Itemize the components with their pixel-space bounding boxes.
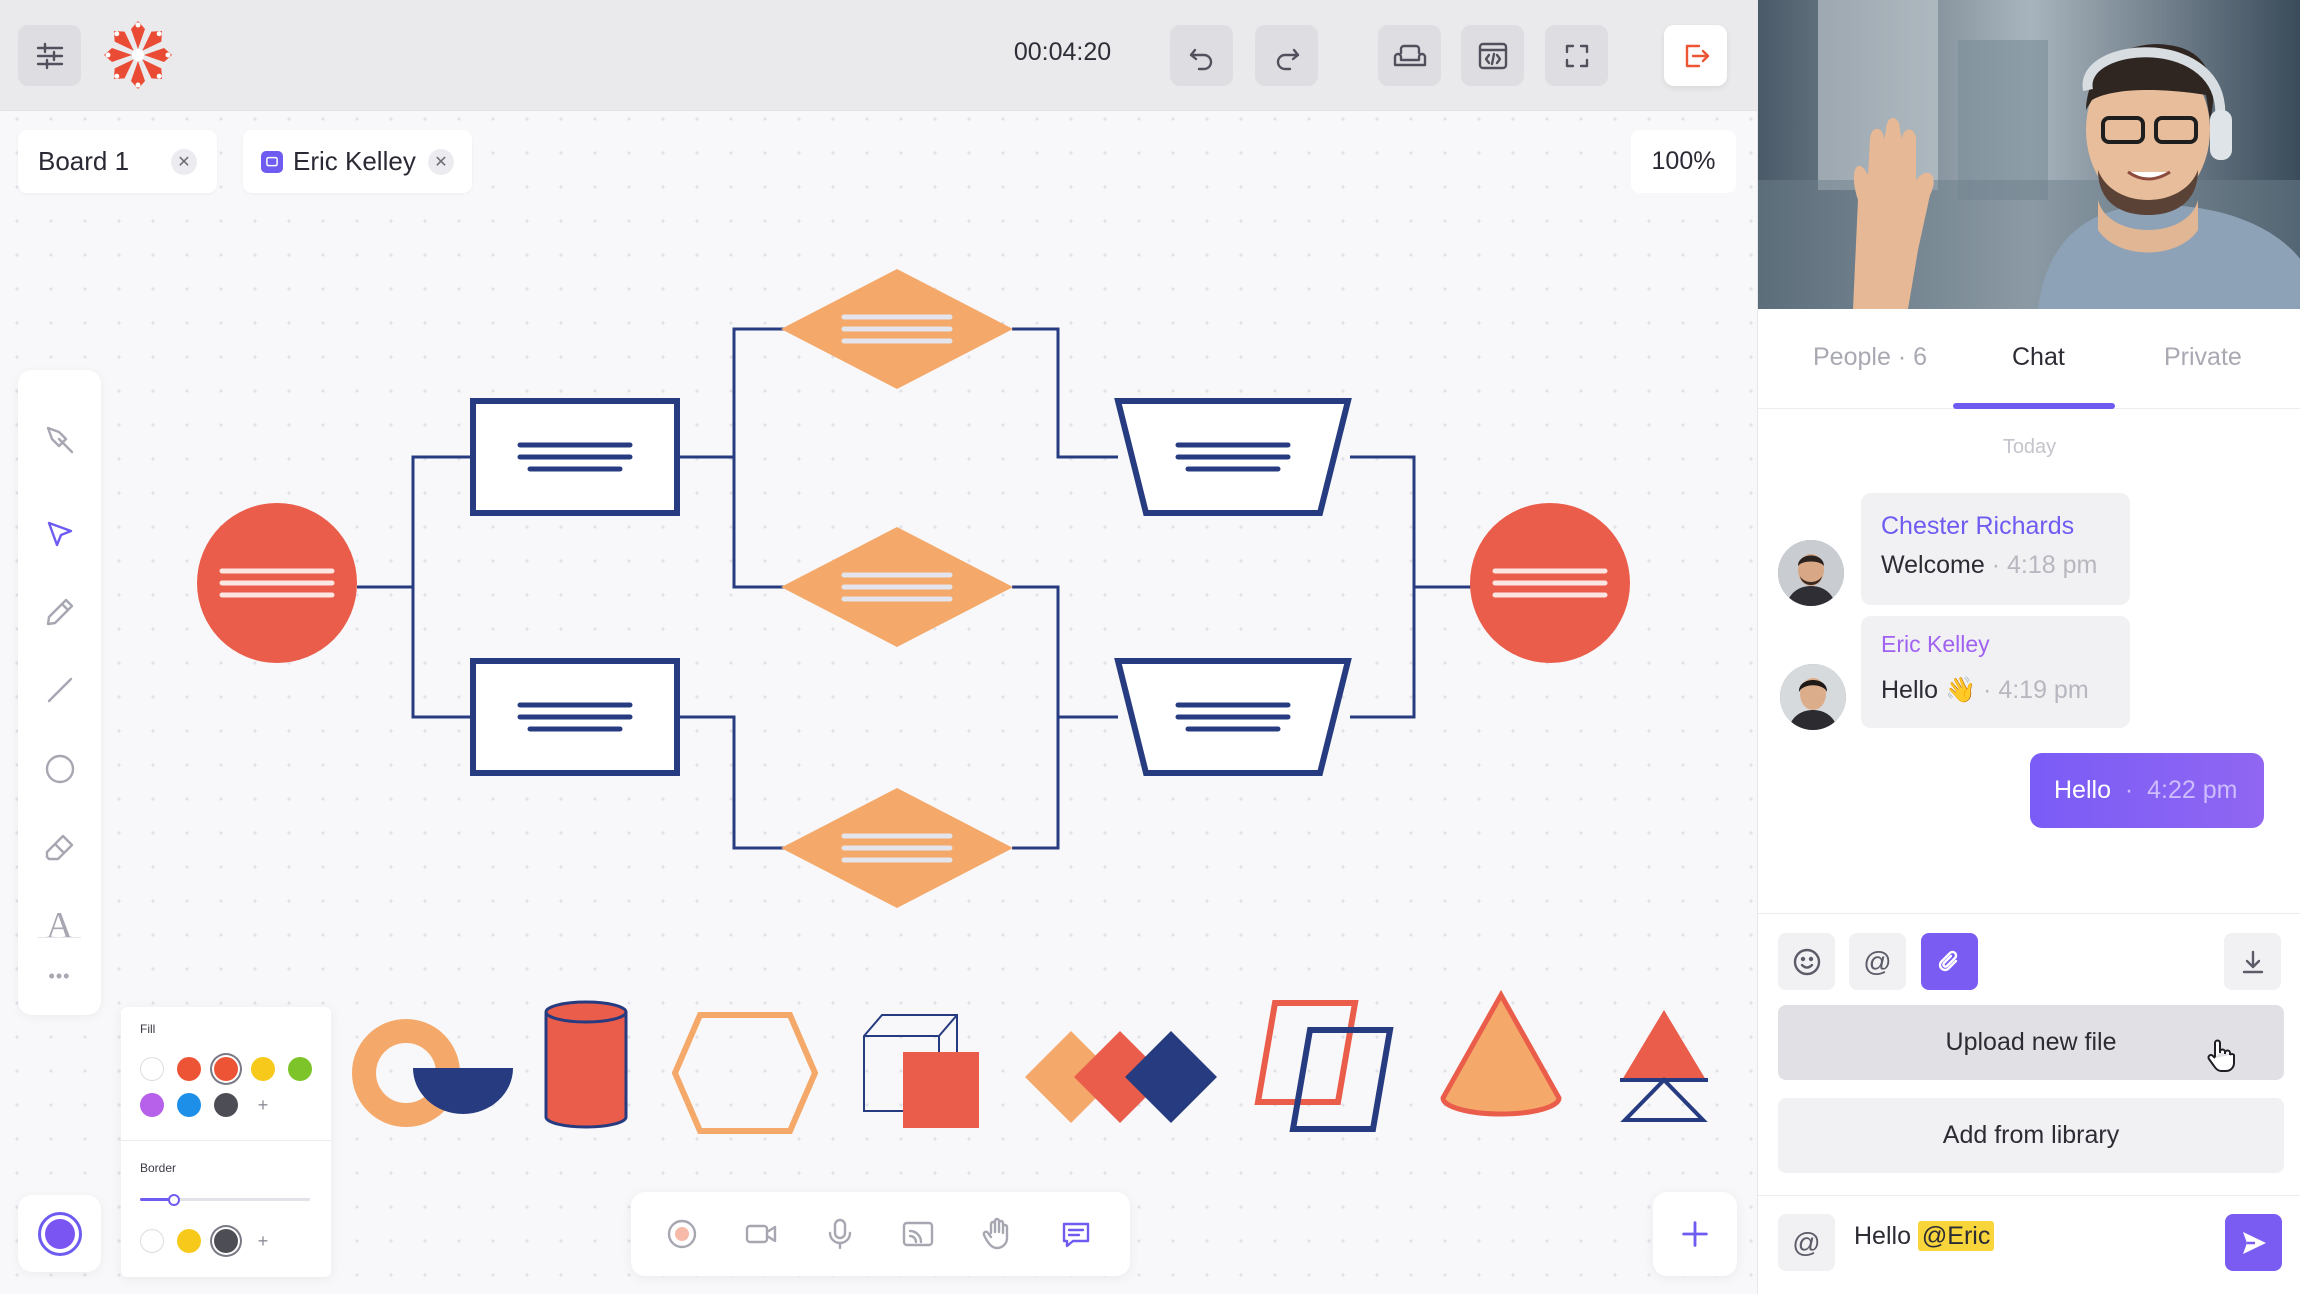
decision-node[interactable] xyxy=(781,269,1013,389)
attachment-button[interactable] xyxy=(1921,933,1978,990)
message-bubble: Eric Kelley Hello 👋 · 4:19 pm xyxy=(1861,616,2130,728)
participant-video xyxy=(1758,0,2300,309)
message-text: Welcome · 4:18 pm xyxy=(1881,551,2097,580)
wave-emoji: 👋 xyxy=(1944,676,1977,704)
dot: · xyxy=(1983,676,1992,704)
upload-label: Upload new file xyxy=(1945,1028,2117,1056)
triangle-stack-shape[interactable] xyxy=(1620,1010,1708,1122)
message-body: Hello xyxy=(1881,676,1938,704)
end-node[interactable] xyxy=(1470,503,1630,663)
process-box[interactable] xyxy=(470,398,680,516)
message-body: Hello xyxy=(2054,776,2111,804)
day-divider: Today xyxy=(2002,436,2057,458)
send-icon xyxy=(2242,1231,2266,1254)
manual-operation-node[interactable] xyxy=(1114,398,1352,516)
whiteboard-workspace: 00:04:20 Board 1 ✕ Eric Kelley ✕ 100% A … xyxy=(0,0,1757,1294)
message-text: Hello 👋 · 4:19 pm xyxy=(1881,676,2089,705)
mention-icon: @ xyxy=(1792,1226,1821,1258)
cone-shape[interactable] xyxy=(1440,989,1562,1117)
panel-tabs: People · 6 Chat Private xyxy=(1758,309,2300,409)
library-label: Add from library xyxy=(1942,1121,2120,1149)
collaboration-panel: People · 6 Chat Private Today Chester Ri… xyxy=(1757,0,2300,1294)
mention-input-button[interactable]: @ xyxy=(1778,1214,1835,1271)
message-sender[interactable]: Chester Richards xyxy=(1881,512,2074,541)
own-message-bubble: Hello · 4:22 pm xyxy=(2030,753,2264,828)
composer-divider xyxy=(1758,913,2300,914)
flowchart-diagram xyxy=(197,269,1708,1134)
shape-library xyxy=(352,989,1708,1134)
emoji-button[interactable] xyxy=(1778,933,1835,990)
cube-shape[interactable] xyxy=(863,1014,979,1128)
people-count: 6 xyxy=(1913,343,1927,371)
message-time: 4:18 pm xyxy=(2006,551,2098,579)
dot: · xyxy=(1991,551,2001,579)
process-box[interactable] xyxy=(470,658,680,776)
dot: · xyxy=(2124,776,2134,804)
hexagon-shape[interactable] xyxy=(671,1012,819,1134)
download-icon xyxy=(2242,950,2263,973)
input-text: Hello xyxy=(1854,1222,1918,1250)
mention-button[interactable]: @ xyxy=(1849,933,1906,990)
message-sender[interactable]: Eric Kelley xyxy=(1881,631,1990,658)
send-button[interactable] xyxy=(2225,1214,2282,1271)
mention-chip: @Eric xyxy=(1917,1221,1995,1251)
manual-operation-node[interactable] xyxy=(1114,658,1352,776)
tab-chat[interactable]: Chat xyxy=(2012,343,2065,372)
download-button[interactable] xyxy=(2224,933,2281,990)
tab-private[interactable]: Private xyxy=(2164,343,2242,372)
active-tab-indicator xyxy=(1953,403,2115,409)
separator: · xyxy=(1897,343,1907,371)
tab-people-label: People xyxy=(1813,343,1891,371)
message-time: 4:22 pm xyxy=(2147,776,2238,804)
input-divider xyxy=(1758,1195,2300,1196)
decision-node[interactable] xyxy=(781,527,1013,647)
add-from-library-button[interactable]: Add from library xyxy=(1778,1098,2284,1173)
mention-icon: @ xyxy=(1863,945,1892,977)
video-feed[interactable] xyxy=(1758,0,2300,309)
tab-people[interactable]: People · 6 xyxy=(1813,343,1927,372)
parallelogram-shape[interactable] xyxy=(1254,1000,1394,1132)
message-input[interactable]: Hello @Eric xyxy=(1854,1221,1995,1251)
attachment-icon xyxy=(1938,950,1957,971)
diamond-cluster-shape[interactable] xyxy=(1025,1031,1217,1123)
message-bubble: Chester Richards Welcome · 4:18 pm xyxy=(1861,493,2130,605)
emoji-icon xyxy=(1793,948,1820,975)
donut-bowl-shape[interactable] xyxy=(352,1019,513,1127)
avatar-eric[interactable] xyxy=(1780,664,1846,730)
decision-node[interactable] xyxy=(781,788,1013,908)
hand-cursor-icon xyxy=(2205,1037,2237,1078)
start-node[interactable] xyxy=(197,503,357,663)
message-body: Welcome xyxy=(1881,551,1985,579)
cylinder-shape[interactable] xyxy=(544,1000,628,1129)
message-time: 4:19 pm xyxy=(1998,676,2089,704)
avatar-chester[interactable] xyxy=(1778,540,1844,606)
